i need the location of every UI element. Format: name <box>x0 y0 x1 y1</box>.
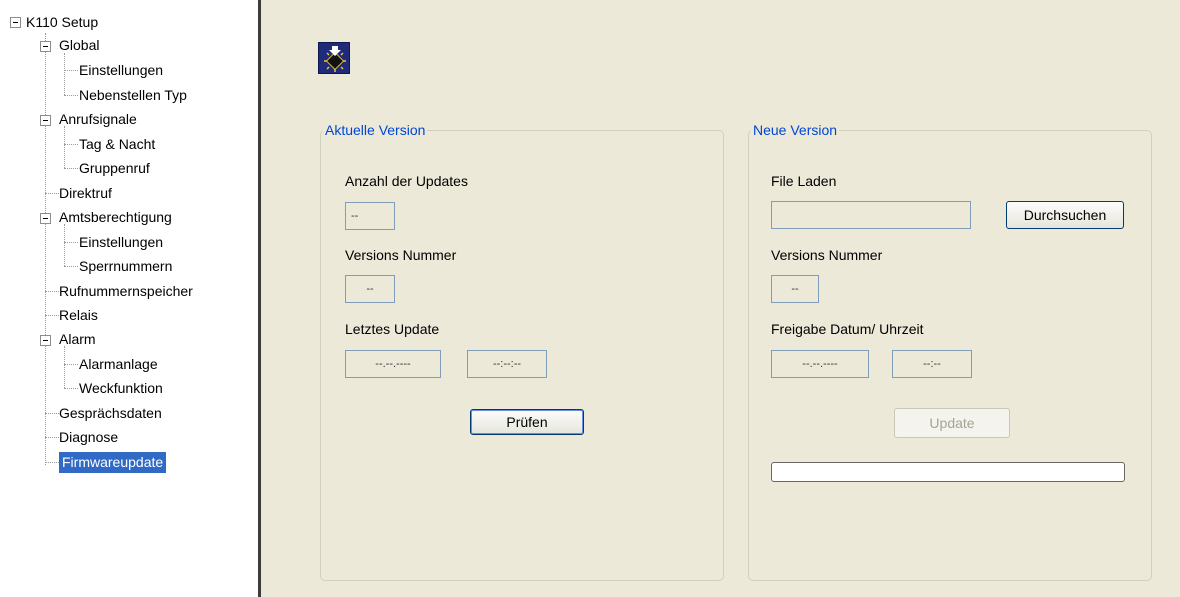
firmware-chip-icon <box>318 42 350 74</box>
release-time-field: --:-- <box>892 350 972 378</box>
current-version-number-field: -- <box>345 275 395 303</box>
new-version-number-label: Versions Nummer <box>771 247 883 263</box>
collapse-icon[interactable] <box>40 115 51 126</box>
release-datetime-label: Freigabe Datum/ Uhrzeit <box>771 321 924 337</box>
tree-connector <box>45 193 59 194</box>
tree-connector <box>45 33 46 465</box>
tree-item-nebenstellen-typ[interactable]: Nebenstellen Typ <box>79 85 187 105</box>
tree-item-gespraechsdaten[interactable]: Gesprächsdaten <box>59 403 162 423</box>
collapse-icon[interactable] <box>40 213 51 224</box>
tree-item-direktruf[interactable]: Direktruf <box>59 183 112 203</box>
tree-item-firmwareupdate[interactable]: Firmwareupdate <box>59 452 167 473</box>
tree-connector <box>45 315 59 316</box>
release-date-field: --.--.---- <box>771 350 869 378</box>
update-button[interactable]: Update <box>894 408 1010 438</box>
last-update-date-field: --.--.---- <box>345 350 441 378</box>
tree-item-sperrnummern[interactable]: Sperrnummern <box>79 256 172 276</box>
tree-connector <box>45 437 59 438</box>
tree-connector <box>64 126 65 168</box>
tree-connector <box>45 413 59 414</box>
new-version-legend: Neue Version <box>751 122 840 138</box>
tree-connector <box>64 388 78 389</box>
last-update-time-field: --:--:-- <box>467 350 547 378</box>
updates-count-label: Anzahl der Updates <box>345 173 468 189</box>
current-version-number-label: Versions Nummer <box>345 247 457 263</box>
tree-connector <box>45 291 59 292</box>
file-load-label: File Laden <box>771 173 837 189</box>
collapse-icon[interactable] <box>40 335 51 346</box>
tree-root[interactable]: K110 Setup <box>26 12 98 32</box>
tree-connector <box>64 266 78 267</box>
tree-item-relais[interactable]: Relais <box>59 305 98 325</box>
tree-item-weckfunktion[interactable]: Weckfunktion <box>79 378 163 398</box>
tree-item-global-einstellungen[interactable]: Einstellungen <box>79 60 163 80</box>
tree-connector <box>64 144 78 145</box>
tree-item-global[interactable]: Global <box>59 35 99 55</box>
check-button[interactable]: Prüfen <box>470 409 584 435</box>
browse-button[interactable]: Durchsuchen <box>1006 201 1124 229</box>
tree-item-amts-einstellungen[interactable]: Einstellungen <box>79 232 163 252</box>
current-version-legend: Aktuelle Version <box>323 122 428 138</box>
tree-item-diagnose[interactable]: Diagnose <box>59 427 118 447</box>
tree-connector <box>45 462 59 463</box>
settings-tree: K110 Setup Global Einstellungen Nebenste… <box>0 0 258 597</box>
tree-item-tag-nacht[interactable]: Tag & Nacht <box>79 134 155 154</box>
new-version-number-field: -- <box>771 275 819 303</box>
tree-connector <box>64 346 65 388</box>
tree-connector <box>64 168 78 169</box>
tree-item-gruppenruf[interactable]: Gruppenruf <box>79 158 150 178</box>
tree-item-amtsberechtigung[interactable]: Amtsberechtigung <box>59 207 172 227</box>
tree-connector <box>64 95 78 96</box>
updates-count-field: -- <box>345 202 395 230</box>
tree-item-alarm[interactable]: Alarm <box>59 329 96 349</box>
tree-connector <box>64 242 78 243</box>
tree-connector <box>64 70 78 71</box>
collapse-icon[interactable] <box>10 17 21 28</box>
tree-connector <box>64 364 78 365</box>
last-update-label: Letztes Update <box>345 321 440 337</box>
update-progress-bar <box>771 462 1125 482</box>
collapse-icon[interactable] <box>40 41 51 52</box>
tree-connector <box>64 224 65 266</box>
file-path-field[interactable] <box>771 201 971 229</box>
tree-connector <box>64 53 65 95</box>
tree-item-anrufsignale[interactable]: Anrufsignale <box>59 109 137 129</box>
tree-item-rufnummernspeicher[interactable]: Rufnummernspeicher <box>59 281 193 301</box>
tree-item-alarmanlage[interactable]: Alarmanlage <box>79 354 158 374</box>
firmware-panel: Aktuelle Version Anzahl der Updates -- V… <box>261 0 1180 597</box>
